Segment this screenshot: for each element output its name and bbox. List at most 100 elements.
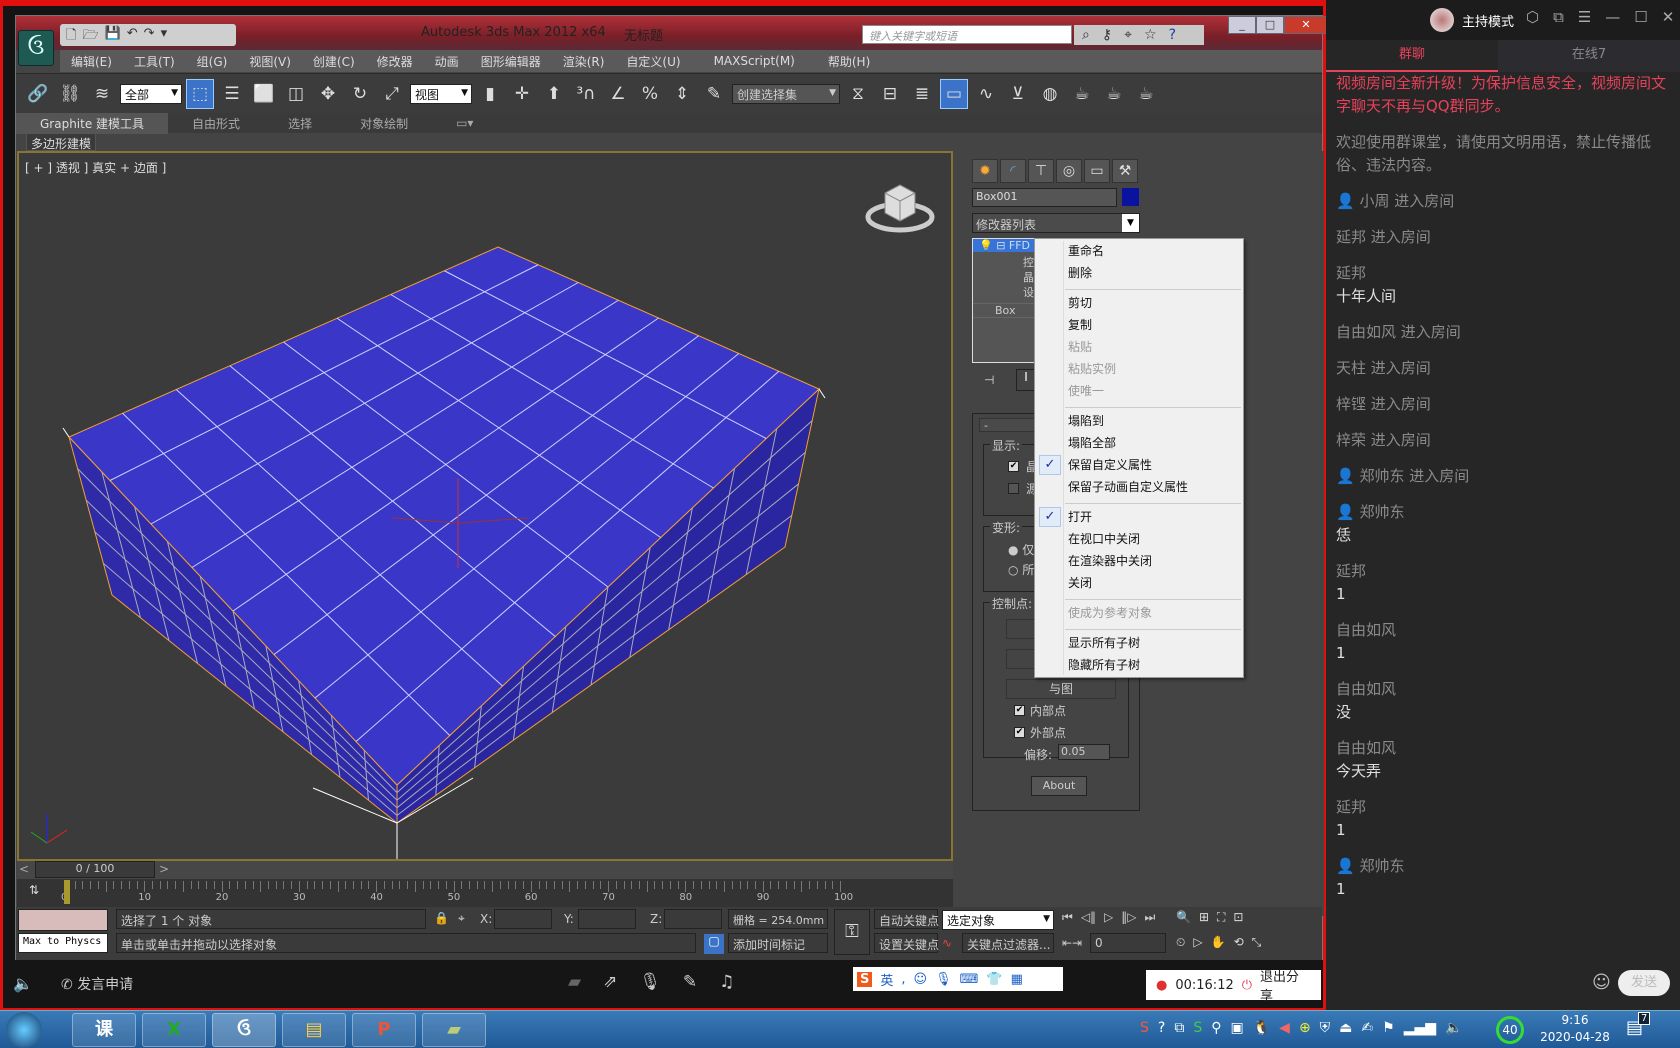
tab-object-paint[interactable]: 对象绘制 (336, 113, 432, 134)
avatar[interactable] (1430, 8, 1454, 32)
zoom-extents-icon[interactable]: ⛶ (1217, 910, 1225, 925)
snap-icon[interactable]: ³∩ (572, 79, 600, 109)
menu-maxscript[interactable]: MAXScript(M) (692, 54, 817, 68)
context-menu-item[interactable]: 隐藏所有子树 (1068, 655, 1140, 675)
time-config-icon[interactable]: ⏲ (1176, 935, 1185, 950)
tab-selection[interactable]: 选择 (264, 113, 336, 134)
zoom-icon[interactable]: 🔍 (1176, 910, 1191, 925)
sogou-icon[interactable]: S (857, 971, 873, 987)
punct-icon[interactable]: , (901, 972, 905, 987)
menu-icon[interactable]: ☰ (1578, 8, 1591, 26)
object-name-field[interactable]: Box001 (972, 188, 1117, 207)
render-setup-icon[interactable]: ☕ (1068, 79, 1096, 109)
material-editor-icon[interactable]: ◍ (1036, 79, 1064, 109)
current-frame-field[interactable]: 0 (1090, 933, 1166, 953)
motion-tab-icon[interactable]: ◎ (1056, 159, 1082, 183)
layer-manager-icon[interactable]: ≣ (908, 79, 936, 109)
pin-stack-icon[interactable]: ⊣ (984, 373, 994, 387)
ime-mode[interactable]: 英 (880, 970, 893, 989)
screen-share-icon[interactable]: ⇗ (603, 972, 617, 992)
microphone-icon[interactable]: 🎙 (639, 972, 661, 992)
context-menu-item[interactable]: 在视口中关闭 (1068, 529, 1140, 549)
skin-icon[interactable]: 👕 (986, 972, 1002, 987)
pen-tray-icon[interactable]: ✍ (1361, 1020, 1373, 1036)
render-production-icon[interactable]: ☕ (1132, 79, 1160, 109)
lock-icon[interactable]: 🔒 (434, 911, 449, 925)
minimize-icon[interactable]: — (1605, 8, 1620, 26)
volume-red-tray-icon[interactable]: ◀ (1279, 1020, 1290, 1036)
context-menu-item[interactable]: 复制 (1068, 315, 1092, 335)
perspective-viewport[interactable]: [ + ] 透视 ] 真实 + 边面 ] (17, 151, 953, 861)
lattice-checkbox[interactable]: ✔ (1008, 461, 1019, 472)
named-selection-dropdown[interactable]: 创建选择集 (732, 83, 840, 104)
ribbon-options-icon[interactable]: ▭▾ (432, 114, 497, 132)
keyboard-icon[interactable]: ⌨ (960, 972, 979, 987)
context-menu-item[interactable]: 保留自定义属性 (1068, 455, 1152, 475)
taskbar-app-classroom[interactable]: 课 (72, 1013, 136, 1047)
zoom-all-icon[interactable]: ⊞ (1199, 910, 1209, 925)
menu-views[interactable]: 视图(V) (238, 53, 302, 70)
key-icon[interactable]: ⚿ (834, 909, 870, 955)
request-speak-button[interactable]: ✆ 发言申请 (61, 974, 133, 994)
set-key-button[interactable]: 设置关键点 (874, 933, 939, 953)
signal-tray-icon[interactable]: ▂▄▆ (1404, 1020, 1436, 1036)
percent-snap-icon[interactable]: % (636, 79, 664, 109)
sogou-tray-icon[interactable]: S (1140, 1020, 1149, 1036)
satellite-icon[interactable]: ⌖ (1124, 27, 1132, 43)
start-button[interactable] (6, 1012, 42, 1048)
link-icon[interactable]: 🔗 (24, 79, 52, 109)
curve-editor-icon[interactable]: ∿ (972, 79, 1000, 109)
maxscript-listener-mini[interactable] (18, 909, 108, 931)
next-key-icon[interactable]: ‖▷ (1121, 910, 1136, 925)
utilities-tab-icon[interactable]: ⚒ (1112, 159, 1138, 183)
zoom-extents-all-icon[interactable]: ⊡ (1233, 910, 1243, 925)
menu-modifiers[interactable]: 修改器 (366, 53, 424, 70)
menu-edit[interactable]: 编辑(E) (60, 53, 123, 70)
app-menu-button[interactable]: ઉ (18, 30, 54, 66)
menu-customize[interactable]: 自定义(U) (615, 53, 691, 70)
edit-named-selection-icon[interactable]: ✎ (700, 79, 728, 109)
time-slider-thumb[interactable]: 0 / 100 (35, 861, 155, 878)
pivot-icon[interactable]: ▮ (476, 79, 504, 109)
window-crossing-icon[interactable]: ◫ (282, 79, 310, 109)
context-menu-item[interactable]: 显示所有子树 (1068, 633, 1140, 653)
save-icon[interactable]: 💾 (105, 26, 121, 44)
taskbar-app-other[interactable]: ▰ (422, 1013, 486, 1047)
time-tag-icon[interactable]: ▢ (704, 934, 724, 954)
redo-icon[interactable]: ↷ (144, 26, 155, 44)
object-color-swatch[interactable] (1122, 188, 1139, 206)
mirror-icon[interactable]: ⧖ (844, 79, 872, 109)
display-tab-icon[interactable]: ▭ (1084, 159, 1110, 183)
qq-tray-icon[interactable]: 🐧 (1253, 1020, 1270, 1036)
speaker-icon[interactable]: 🔈 (13, 974, 33, 993)
menu-tools[interactable]: 工具(T) (123, 53, 186, 70)
voice-icon[interactable]: 🎙 (935, 972, 952, 987)
next-frame-button[interactable]: > (159, 862, 169, 876)
popout-icon[interactable]: ⧉ (1553, 8, 1564, 26)
y-coord-field[interactable] (578, 909, 636, 929)
context-menu-item[interactable]: 剪切 (1068, 293, 1092, 313)
settings-icon[interactable]: ⬡ (1526, 8, 1539, 26)
star-icon[interactable]: ☆ (1144, 27, 1157, 43)
send-button[interactable]: 发送 (1618, 970, 1670, 996)
rendered-frame-icon[interactable]: ☕ (1100, 79, 1128, 109)
offset-spinner[interactable]: 0.05 (1058, 744, 1110, 760)
show-end-result-icon[interactable]: I (1016, 369, 1036, 391)
unlink-icon[interactable]: ⛓ (56, 79, 84, 109)
source-volume-checkbox[interactable] (1008, 483, 1019, 494)
360-tray-icon[interactable]: S (1193, 1020, 1202, 1036)
hierarchy-tab-icon[interactable]: ⊤ (1028, 159, 1054, 183)
play-icon[interactable]: ▷ (1104, 910, 1113, 925)
time-slider[interactable]: < 0 / 100 > (17, 861, 953, 879)
outside-points-checkbox[interactable]: ✔ (1014, 727, 1025, 738)
whiteboard-icon[interactable]: ✎ (683, 972, 697, 992)
prev-key-icon[interactable]: ◁‖ (1081, 910, 1096, 925)
menu-animation[interactable]: 动画 (424, 53, 470, 70)
network-tray-icon[interactable]: ⧉ (1174, 1020, 1184, 1036)
menu-graph-editors[interactable]: 图形编辑器 (470, 53, 552, 70)
undo-icon[interactable]: ↶ (127, 26, 138, 44)
time-marker[interactable] (64, 880, 70, 904)
modifier-list-dropdown[interactable]: 修改器列表 ▼ (972, 213, 1140, 233)
key-mode-dropdown[interactable]: 选定对象 (942, 910, 1054, 930)
emoji-icon[interactable]: ☺ (1592, 972, 1611, 993)
